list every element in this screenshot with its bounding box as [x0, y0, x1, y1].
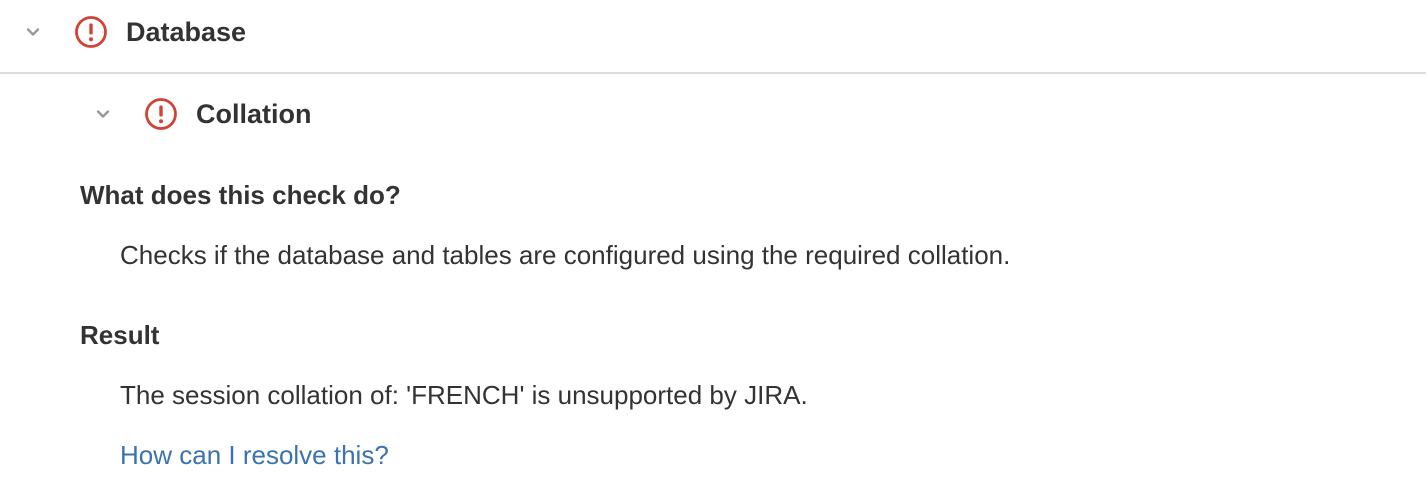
- chevron-down-icon[interactable]: [92, 103, 114, 125]
- collation-check-header[interactable]: Collation: [92, 94, 312, 134]
- collation-check-title: Collation: [196, 98, 312, 129]
- section-divider: [0, 72, 1426, 74]
- error-icon: [144, 97, 178, 131]
- database-section-title: Database: [126, 16, 247, 47]
- error-icon: [74, 15, 108, 49]
- check-description-text: Checks if the database and tables are co…: [120, 240, 1011, 270]
- result-heading: Result: [80, 320, 160, 350]
- resolve-help-link[interactable]: How can I resolve this?: [120, 440, 389, 471]
- database-section-header[interactable]: Database: [22, 12, 246, 52]
- result-text: The session collation of: 'FRENCH' is un…: [120, 380, 808, 410]
- chevron-down-icon[interactable]: [22, 21, 44, 43]
- check-description-heading: What does this check do?: [80, 180, 401, 210]
